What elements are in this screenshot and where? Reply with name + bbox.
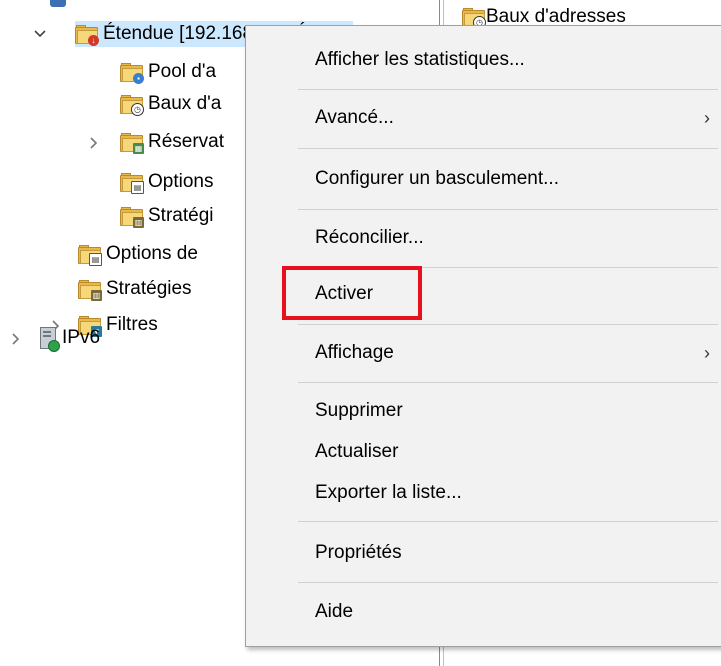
menu-item-label: Propriétés — [315, 542, 402, 563]
menu-item-label: Avancé... — [315, 107, 394, 128]
tree-item-address-leases[interactable]: ◷ Baux d'a — [120, 91, 221, 117]
menu-separator — [298, 148, 718, 149]
menu-separator — [298, 382, 718, 383]
tree-item-reservations[interactable]: ▦ Réservat — [120, 129, 224, 155]
menu-item-label: Supprimer — [315, 400, 403, 421]
tree-item-label: Filtres — [106, 314, 158, 335]
menu-item-label: Affichage — [315, 342, 394, 363]
highlight-box — [282, 266, 422, 320]
menu-item-advanced[interactable]: Avancé... › — [246, 103, 721, 133]
menu-item-help[interactable]: Aide — [246, 597, 721, 627]
menu-separator — [298, 324, 718, 325]
menu-separator — [298, 89, 718, 90]
tree-item-address-pool[interactable]: ▪ Pool d'a — [120, 59, 216, 85]
tree-item-label: Pool d'a — [148, 61, 217, 82]
tree-item-scope-policies[interactable]: ▥ Stratégi — [120, 203, 213, 229]
tree-item-label: Options de — [106, 243, 198, 264]
scope-folder-icon: ↓ — [75, 25, 99, 46]
menu-item-properties[interactable]: Propriétés — [246, 538, 721, 568]
menu-item-configure-failover[interactable]: Configurer un basculement... — [246, 164, 721, 194]
clock-folder-icon: ◷ — [120, 95, 144, 116]
tree-item-server-options[interactable]: ▤ Options de — [78, 241, 198, 267]
menu-item-export-list[interactable]: Exporter la liste... — [246, 478, 721, 508]
menu-item-reconcile[interactable]: Réconcilier... — [246, 223, 721, 253]
menu-separator — [298, 582, 718, 583]
menu-item-view[interactable]: Affichage › — [246, 338, 721, 368]
tree-item-label: Options — [148, 171, 214, 192]
menu-item-delete[interactable]: Supprimer — [246, 396, 721, 426]
menu-item-label: Réconcilier... — [315, 227, 424, 248]
tree-item-label: IPv6 — [62, 327, 101, 348]
tree-item-label: Baux d'a — [148, 93, 222, 114]
chevron-right-icon[interactable] — [6, 326, 26, 352]
policies-folder-icon: ▥ — [78, 280, 102, 301]
menu-item-label: Exporter la liste... — [315, 482, 462, 503]
chevron-right-icon[interactable] — [84, 130, 104, 156]
menu-item-label: Configurer un basculement... — [315, 168, 559, 189]
policies-folder-icon: ▥ — [120, 207, 144, 228]
server-icon — [40, 327, 60, 352]
tree-item-label: Stratégi — [148, 205, 214, 226]
tree-item-ipv6[interactable]: IPv6 — [40, 325, 101, 352]
menu-item-label: Afficher les statistiques... — [315, 49, 525, 70]
tree-item-label: Stratégies — [106, 278, 192, 299]
reservations-folder-icon: ▦ — [120, 133, 144, 154]
menu-separator — [298, 521, 718, 522]
chevron-right-icon: › — [704, 107, 710, 128]
menu-item-refresh[interactable]: Actualiser — [246, 437, 721, 467]
context-menu: Afficher les statistiques... Avancé... ›… — [245, 25, 721, 647]
tree-item-policies[interactable]: ▥ Stratégies — [78, 276, 192, 302]
address-pool-icon: ▪ — [120, 63, 144, 84]
menu-item-label: Actualiser — [315, 441, 399, 462]
menu-item-label: Aide — [315, 601, 354, 622]
chevron-down-icon[interactable] — [30, 21, 50, 47]
options-folder-icon: ▤ — [120, 173, 144, 194]
chevron-right-icon: › — [704, 342, 710, 363]
tree-item-label: Réservat — [148, 131, 225, 152]
options-folder-icon: ▤ — [78, 245, 102, 266]
clock-folder-icon: ◷ — [462, 8, 486, 29]
menu-item-show-statistics[interactable]: Afficher les statistiques... — [246, 45, 721, 75]
scope-parent-icon — [50, 0, 66, 12]
menu-separator — [298, 209, 718, 210]
tree-item-scope-options[interactable]: ▤ Options — [120, 169, 213, 195]
